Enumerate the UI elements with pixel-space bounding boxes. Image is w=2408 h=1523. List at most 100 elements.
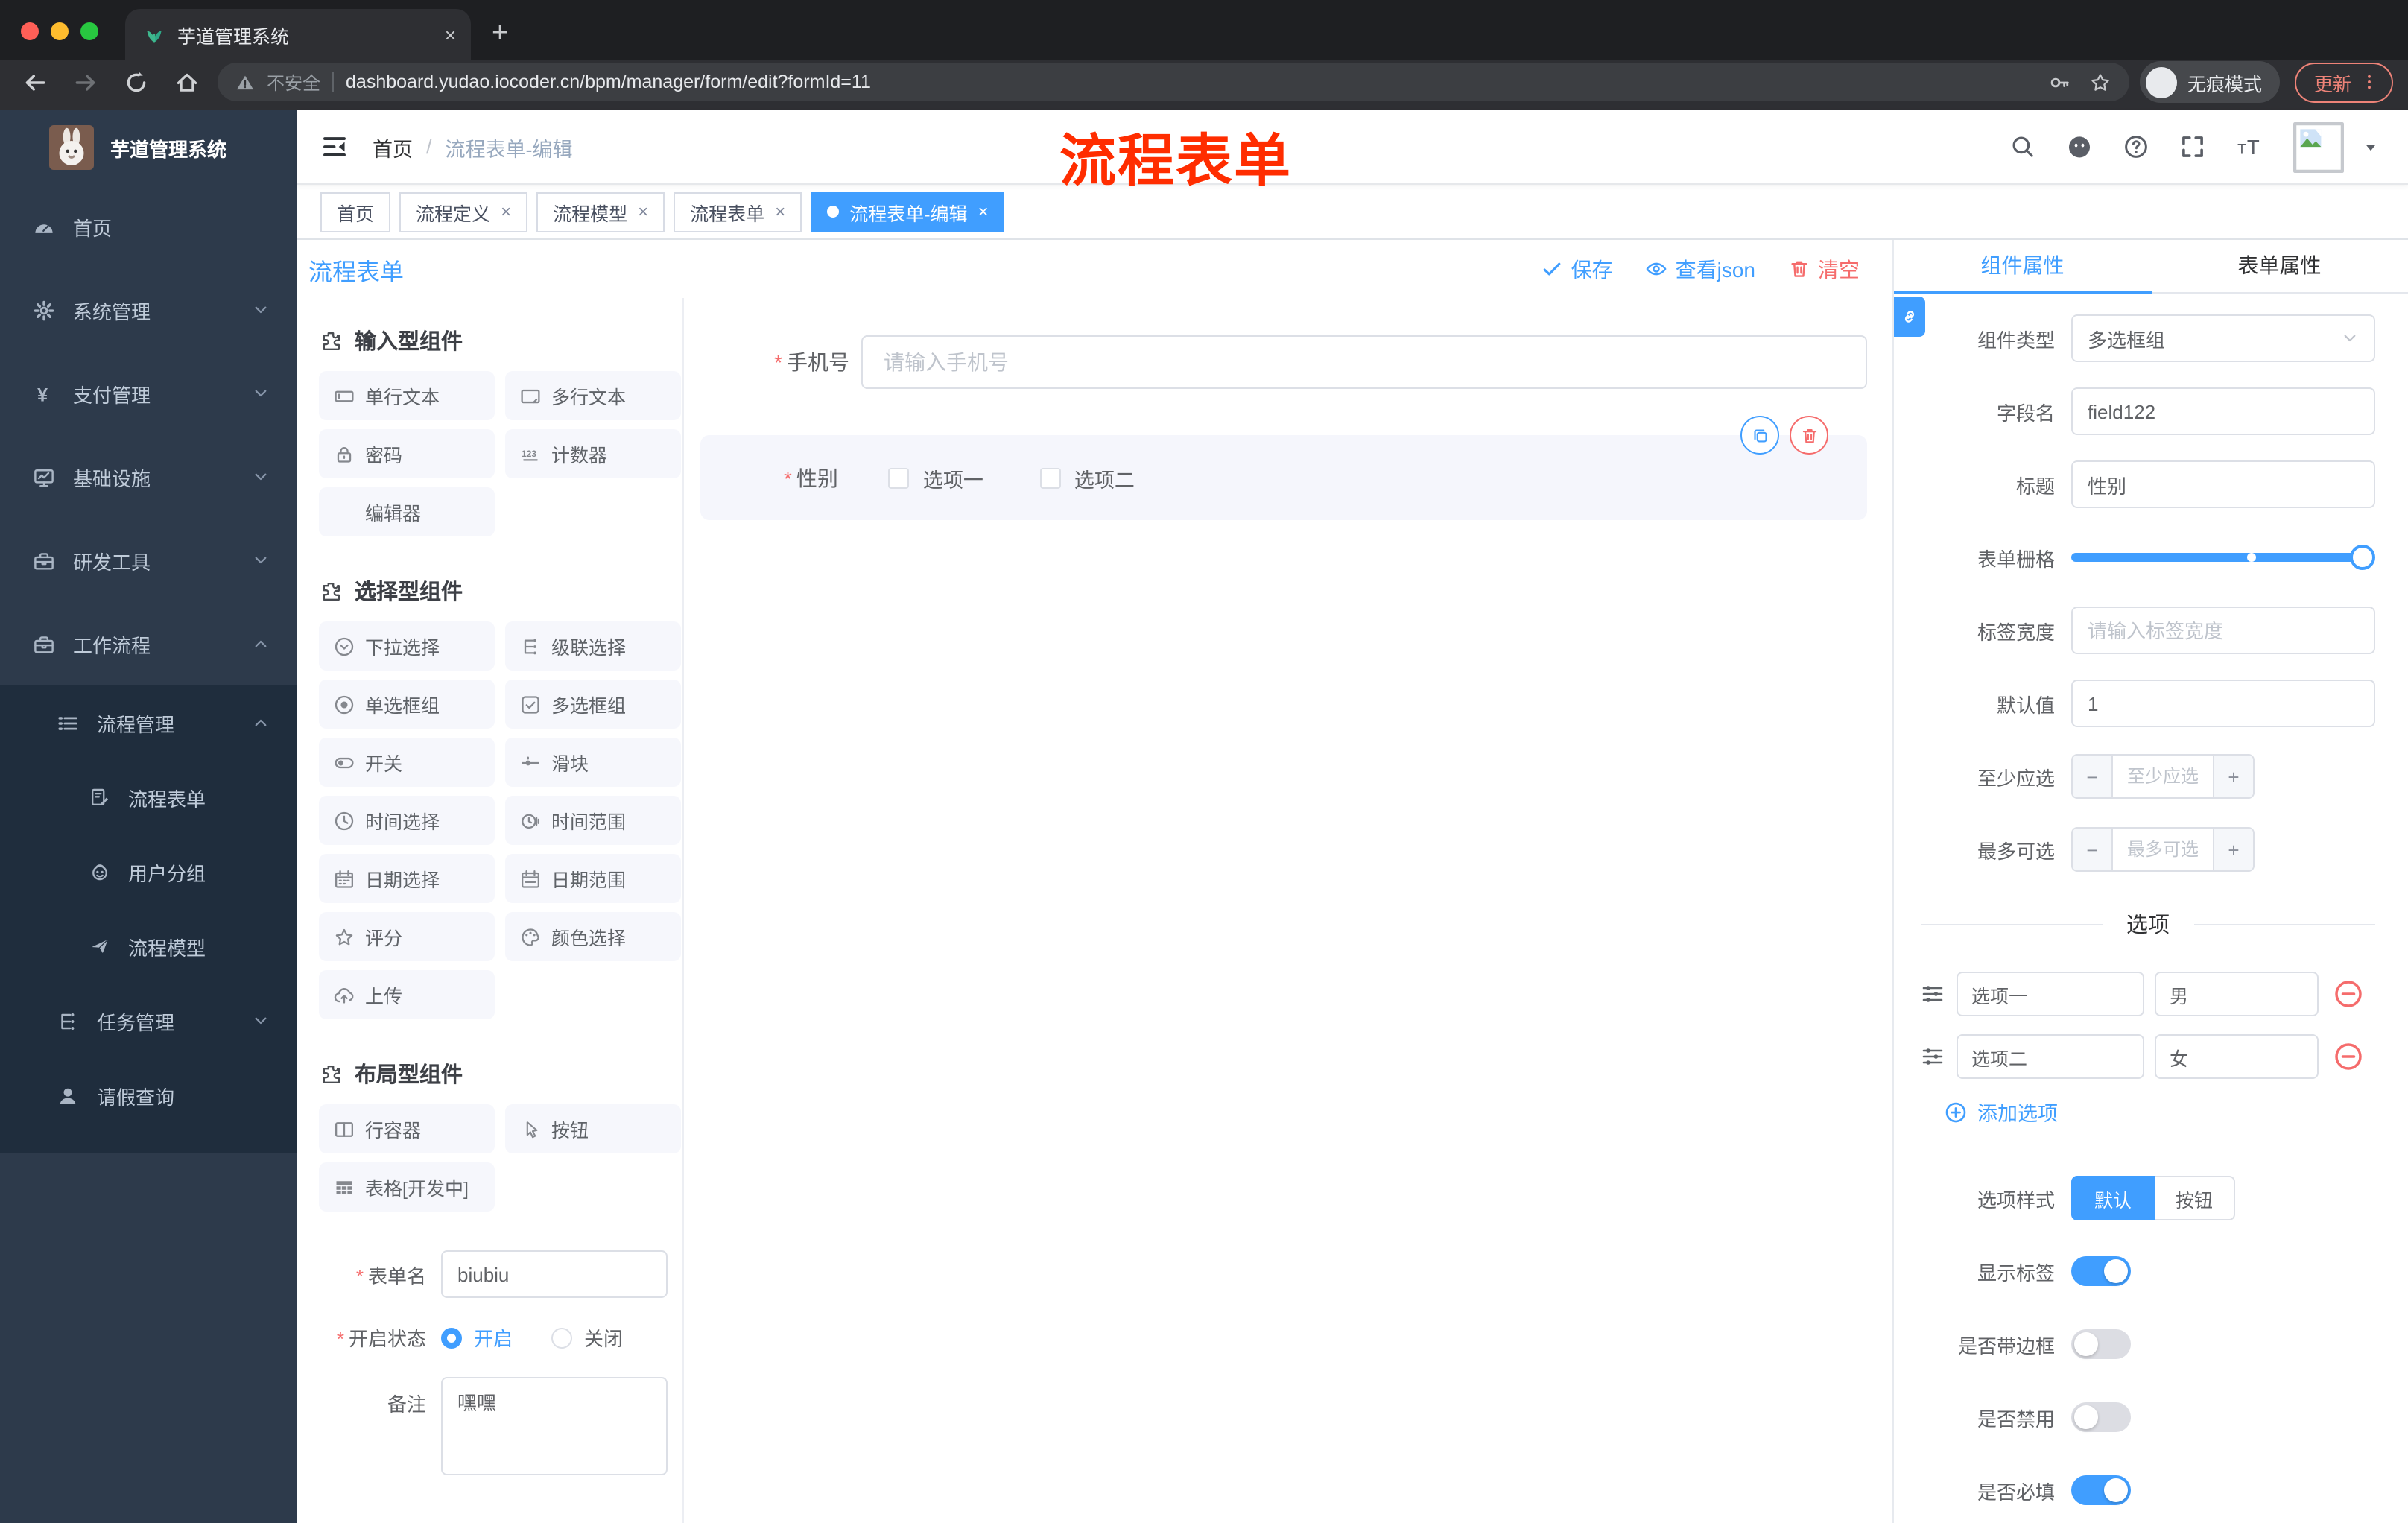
phone-input[interactable] [861,335,1867,389]
palette-item-编辑器[interactable]: 编辑器 [319,487,495,536]
palette-item-上传[interactable]: 上传 [319,970,495,1019]
toggle-是否带边框[interactable] [2071,1329,2131,1359]
help-icon[interactable] [2123,134,2149,159]
font-size-icon[interactable]: TT [2237,134,2262,159]
sidebar-item-研发工具[interactable]: 研发工具 [0,519,297,602]
tag-流程表单-编辑[interactable]: 流程表单-编辑 × [811,191,1005,232]
tag-流程定义[interactable]: 流程定义 × [399,191,528,232]
tag-流程表单[interactable]: 流程表单 × [674,191,802,232]
tag-首页[interactable]: 首页 [320,191,391,232]
minus-button[interactable]: − [2073,756,2113,797]
tag-close-icon[interactable]: × [775,201,785,222]
tab-表单属性[interactable]: 表单属性 [2151,240,2408,294]
palette-item-下拉选择[interactable]: 下拉选择 [319,621,495,671]
palette-item-日期选择[interactable]: 日期选择 [319,854,495,903]
search-icon[interactable] [2010,134,2035,159]
view-json-button[interactable]: 查看json [1646,254,1755,284]
sidebar-collapse-icon[interactable] [320,133,349,161]
plus-button[interactable]: + [2213,756,2253,797]
toggle-显示标签[interactable] [2071,1256,2131,1286]
breadcrumb-home[interactable]: 首页 [373,132,413,162]
checkbox-icon[interactable] [1039,467,1061,488]
palette-item-行容器[interactable]: 行容器 [319,1104,495,1153]
browser-tab[interactable]: 芋道管理系统 × [125,9,471,60]
option-label-input[interactable] [1956,972,2144,1016]
back-icon[interactable] [22,69,48,95]
maximize-window-button[interactable] [80,22,98,40]
sidebar-item-流程管理[interactable]: 流程管理 [0,685,297,760]
sidebar-item-工作流程[interactable]: 工作流程 [0,602,297,685]
user-avatar[interactable] [2293,121,2344,172]
link-chip-button[interactable] [1894,297,1925,337]
github-icon[interactable] [2067,134,2092,159]
bookmark-star-icon[interactable] [2089,71,2111,93]
toggle-是否必填[interactable] [2071,1475,2131,1505]
minus-button[interactable]: − [2073,829,2113,870]
reload-icon[interactable] [124,69,149,95]
tag-close-icon[interactable]: × [501,201,511,222]
palette-item-计数器[interactable]: 123 计数器 [505,429,681,478]
sidebar-logo[interactable]: 芋道管理系统 [0,110,297,185]
url-bar[interactable]: 不安全 dashboard.yudao.iocoder.cn/bpm/manag… [218,63,2129,101]
copy-field-button[interactable] [1740,416,1779,455]
toggle-是否禁用[interactable] [2071,1402,2131,1432]
min-select-input[interactable] [2113,756,2213,797]
drag-handle-icon[interactable] [1921,1045,1945,1068]
palette-item-密码[interactable]: 密码 [319,429,495,478]
palette-item-表格[开发中][interactable]: 表格[开发中] [319,1162,495,1212]
palette-item-多选框组[interactable]: 多选框组 [505,680,681,729]
selected-field-block[interactable]: * 性别 选项一 选项二 [700,416,1867,520]
minimize-window-button[interactable] [51,22,69,40]
add-option-button[interactable]: 添加选项 [1945,1097,2375,1127]
remark-textarea[interactable]: 嘿嘿 [441,1377,668,1475]
url-text[interactable]: dashboard.yudao.iocoder.cn/bpm/manager/f… [346,72,2037,92]
title-input[interactable] [2071,460,2375,508]
tag-close-icon[interactable]: × [638,201,648,222]
sidebar-item-请假查询[interactable]: 请假查询 [0,1058,297,1133]
sidebar-item-用户分组[interactable]: 用户分组 [0,835,297,909]
sidebar-item-基础设施[interactable]: 基础设施 [0,435,297,519]
palette-item-开关[interactable]: 开关 [319,738,495,787]
new-tab-button[interactable]: + [492,18,508,51]
option-value-input[interactable] [2155,972,2319,1016]
option-style-button-button[interactable]: 按钮 [2155,1176,2235,1220]
component-type-select[interactable]: 多选框组 [2071,314,2375,362]
palette-item-按钮[interactable]: 按钮 [505,1104,681,1153]
browser-menu-icon[interactable] [2360,73,2378,91]
palette-item-滑块[interactable]: 滑块 [505,738,681,787]
sidebar-item-流程表单[interactable]: 流程表单 [0,760,297,835]
password-key-icon[interactable] [2049,71,2071,93]
sidebar-item-首页[interactable]: 首页 [0,185,297,268]
slider-handle[interactable] [2350,545,2375,570]
status-radio-on[interactable]: 开启 [441,1323,513,1352]
save-button[interactable]: 保存 [1542,254,1613,284]
checkbox-option-2[interactable]: 选项二 [1039,463,1135,493]
status-radio-off[interactable]: 关闭 [551,1323,623,1352]
remove-option-icon[interactable] [2333,979,2363,1009]
delete-field-button[interactable] [1790,416,1828,455]
phone-field-row[interactable]: * 手机号 [700,335,1867,389]
field-name-input[interactable] [2071,387,2375,435]
grid-slider[interactable] [2071,545,2375,570]
sidebar-item-系统管理[interactable]: 系统管理 [0,268,297,352]
sidebar-item-流程模型[interactable]: 流程模型 [0,909,297,984]
tab-组件属性[interactable]: 组件属性 [1894,240,2151,294]
checkbox-option-1[interactable]: 选项一 [888,463,983,493]
security-warning-icon[interactable] [235,72,255,92]
avatar-caret-icon[interactable] [2363,139,2378,154]
remove-option-icon[interactable] [2333,1042,2363,1071]
forward-icon[interactable] [73,69,98,95]
fullscreen-icon[interactable] [2180,134,2205,159]
sidebar-item-任务管理[interactable]: 任务管理 [0,984,297,1058]
option-label-input[interactable] [1956,1034,2144,1079]
browser-update-button[interactable]: 更新 [2294,62,2393,102]
palette-item-单选框组[interactable]: 单选框组 [319,680,495,729]
option-style-default-button[interactable]: 默认 [2071,1176,2155,1220]
default-value-input[interactable] [2071,680,2375,727]
window-controls[interactable] [0,22,125,60]
form-name-input[interactable] [441,1250,668,1298]
clear-button[interactable]: 清空 [1788,254,1860,284]
palette-item-时间选择[interactable]: 时间选择 [319,796,495,845]
palette-item-评分[interactable]: 评分 [319,912,495,961]
drag-handle-icon[interactable] [1921,982,1945,1006]
